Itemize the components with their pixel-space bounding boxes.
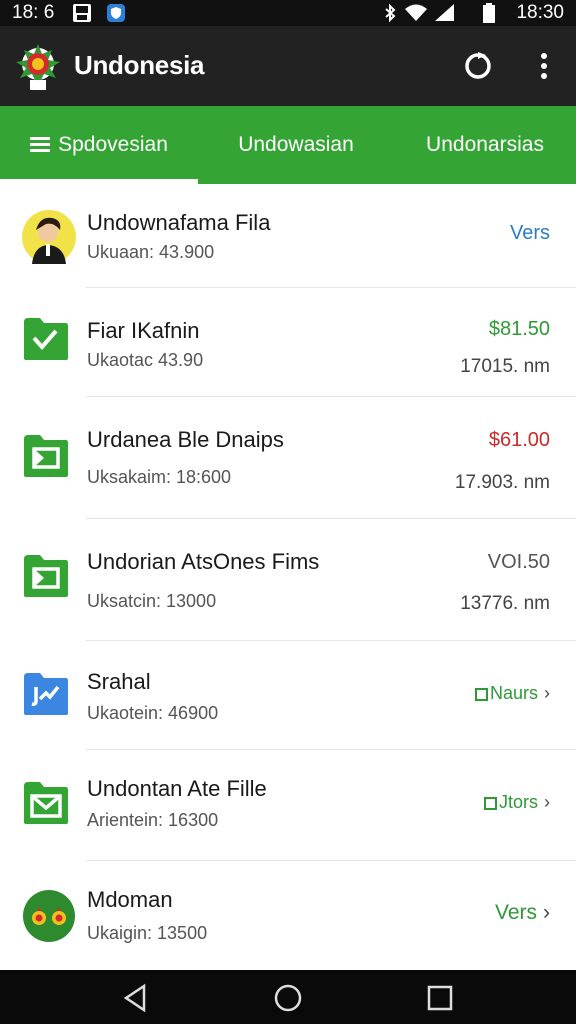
green-mail-icon	[22, 780, 72, 830]
item-title: Undorian AtsOnes Fims	[87, 549, 320, 574]
tab-bar: Spdovesian Undowasian Undonarsias	[0, 106, 576, 184]
item-action-label: Vers	[494, 901, 537, 924]
item-title: Undownafama Fila	[87, 210, 271, 235]
image-icon	[72, 3, 92, 23]
flower-avatar-icon	[22, 889, 75, 942]
list-item[interactable]: Undorian AtsOnes Fims Uksatcin: 13000 VO…	[0, 519, 576, 641]
item-title: Undontan Ate Fille	[87, 776, 267, 801]
item-action[interactable]: Vers ›	[495, 901, 550, 925]
status-time-right: 18:30	[516, 2, 564, 23]
system-nav-bar	[0, 970, 576, 1024]
battery-icon	[482, 3, 502, 23]
status-badge-icon	[474, 687, 488, 701]
item-subtitle: Arientein: 16300	[87, 810, 219, 830]
status-bar: 18: 6 18:30	[0, 0, 576, 26]
file-list: Undownafama Fila Ukuaan: 43.900 Vers Fia…	[0, 184, 576, 970]
item-subtitle: Uksakaim: 18:600	[87, 467, 232, 487]
item-price: VOI.50	[487, 551, 550, 573]
item-title: Fiar IKafnin	[87, 318, 200, 343]
more-vert-icon[interactable]	[526, 46, 562, 86]
app-logo-icon	[12, 40, 64, 92]
back-icon[interactable]	[120, 982, 152, 1014]
green-folder-check-icon	[22, 316, 72, 366]
chevron-right-icon: ›	[544, 792, 550, 812]
home-icon[interactable]	[272, 982, 304, 1014]
list-item[interactable]: Undownafama Fila Ukuaan: 43.900 Vers	[0, 184, 576, 288]
item-price: $61.00	[488, 429, 550, 451]
item-size: 17015. nm	[460, 356, 550, 377]
shield-icon	[106, 3, 126, 23]
chevron-right-icon: ›	[543, 901, 550, 924]
app-bar: Undonesia	[0, 26, 576, 106]
tab-spdovesian[interactable]: Spdovesian	[0, 106, 198, 184]
item-status: Vers	[509, 222, 550, 244]
item-subtitle: Ukaigin: 13500	[87, 923, 208, 943]
signal-icon	[434, 3, 454, 23]
item-subtitle: Uksatcin: 13000	[87, 591, 217, 611]
item-action-label: Naurs	[489, 683, 538, 703]
list-item[interactable]: Srahal Ukaotein: 46900 Naurs ›	[0, 641, 576, 750]
tab-label: Undowasian	[238, 133, 354, 156]
status-time-left: 18: 6	[12, 2, 55, 23]
tab-label: Undonarsias	[426, 133, 544, 156]
item-action[interactable]: Naurs ›	[474, 683, 550, 704]
item-action-label: Jtors	[498, 792, 538, 812]
tab-undowasian[interactable]: Undowasian	[198, 106, 394, 184]
list-item[interactable]: Mdoman Ukaigin: 13500 Vers ›	[0, 861, 576, 970]
wifi-icon	[404, 3, 427, 23]
avatar-person-icon	[22, 210, 76, 264]
item-subtitle: Ukuaan: 43.900	[87, 242, 215, 262]
item-title: Mdoman	[87, 887, 173, 912]
tab-label: Spdovesian	[58, 133, 168, 156]
chevron-right-icon: ›	[544, 683, 550, 703]
item-title: Urdanea Ble Dnaips	[87, 427, 284, 452]
item-subtitle: Ukaotac 43.90	[87, 350, 204, 370]
blue-folder-chart-icon	[22, 671, 72, 721]
list-item[interactable]: Undontan Ate Fille Arientein: 16300 Jtor…	[0, 750, 576, 861]
list-item[interactable]: Urdanea Ble Dnaips Uksakaim: 18:600 $61.…	[0, 397, 576, 519]
recents-icon[interactable]	[424, 982, 456, 1014]
refresh-icon[interactable]	[458, 46, 498, 86]
status-badge-icon	[483, 796, 497, 810]
app-title: Undonesia	[74, 50, 205, 80]
item-size: 13776. nm	[460, 593, 550, 614]
tab-undonarsias[interactable]: Undonarsias	[394, 106, 576, 184]
bluetooth-icon	[380, 3, 400, 23]
item-size: 17.903. nm	[454, 472, 550, 493]
green-folder-icon	[22, 433, 72, 483]
item-title: Srahal	[87, 669, 151, 694]
item-action[interactable]: Jtors ›	[483, 792, 550, 813]
list-item[interactable]: Fiar IKafnin Ukaotac 43.90 $81.50 17015.…	[0, 288, 576, 397]
green-folder-icon	[22, 553, 72, 603]
menu-icon	[30, 137, 51, 153]
item-price: $81.50	[488, 318, 550, 340]
item-subtitle: Ukaotein: 46900	[87, 703, 219, 723]
